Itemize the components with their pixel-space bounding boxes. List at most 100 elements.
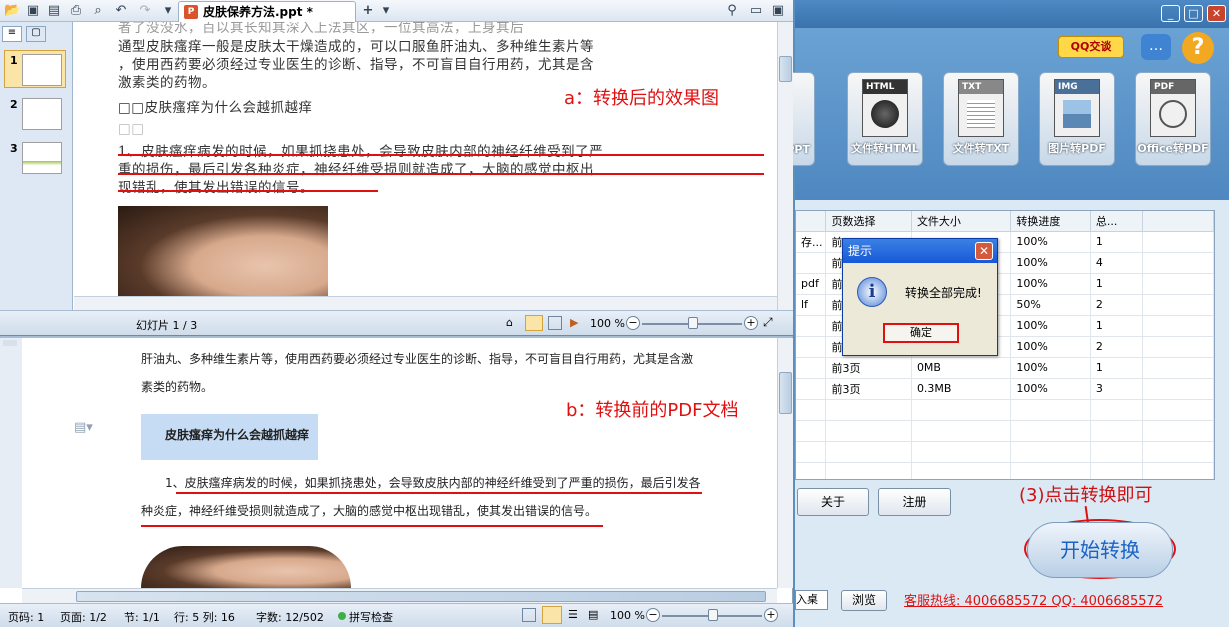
table-cell-extra	[1142, 399, 1214, 421]
doc-para-line-1: 1、皮肤瘙痒病发的时候，如果抓挠患处，会导致皮肤内部的神经纤维受到了严重的损伤，…	[165, 476, 701, 490]
annotation-a: a：转换后的效果图	[564, 88, 720, 109]
qq-chat-button[interactable]: QQ交谈	[1058, 36, 1124, 58]
slide-canvas[interactable]: 者了没没水，百以其长知其深入上法其区，一位其高法，上身其后 通型皮肤瘙痒一般是皮…	[74, 22, 777, 296]
table-cell: 3	[1090, 378, 1143, 400]
reading-view-icon[interactable]: ▤	[588, 608, 602, 622]
slides-tab-icon[interactable]: ▢	[26, 26, 46, 42]
col-header-name[interactable]	[796, 211, 827, 232]
status-section: 节: 1/1	[124, 611, 160, 624]
window-icon[interactable]: ▣	[770, 3, 786, 19]
doc-hscroll-thumb[interactable]	[76, 591, 766, 602]
table-cell	[796, 441, 827, 463]
slide-view-icon[interactable]	[525, 315, 543, 331]
close-icon[interactable]: ✕	[1207, 5, 1226, 22]
outline-tab-icon[interactable]: ≡	[2, 26, 22, 42]
slide-thumbnail-1[interactable]	[22, 54, 62, 86]
about-button[interactable]: 关于	[797, 488, 869, 516]
restore-window-icon[interactable]: ▭	[748, 3, 764, 19]
doc-heading: 皮肤瘙痒为什么会越抓越痒	[165, 428, 310, 442]
print-preview-icon[interactable]: ⌕	[90, 3, 106, 19]
web-layout-icon[interactable]	[522, 608, 536, 622]
slide-para-line-3: 现错乱，使其发出错误的信号。	[118, 180, 314, 196]
hotline-link[interactable]: 客服热线: 4006685572 QQ: 4006685572	[904, 590, 1163, 609]
doc-vertical-scrollbar[interactable]	[777, 338, 793, 588]
open-folder-icon[interactable]: 📂	[4, 3, 20, 19]
table-cell-extra	[1142, 231, 1214, 253]
desktop-path-field[interactable]: 入桌面	[795, 590, 828, 610]
register-button[interactable]: 注册	[878, 488, 951, 516]
ppt-zoom-knob[interactable]	[688, 317, 698, 329]
table-row[interactable]	[796, 462, 1214, 479]
slide-thumbnail-3[interactable]	[22, 142, 62, 174]
image-to-pdf-button[interactable]: IMG 图片转PDF	[1039, 72, 1115, 166]
help-icon[interactable]: ?	[1182, 32, 1214, 64]
col-header-progress[interactable]: 转换进度	[1010, 211, 1091, 232]
sorter-view-icon[interactable]	[548, 316, 562, 330]
pin-icon[interactable]: ⚲	[724, 3, 740, 19]
spellcheck-button[interactable]: 拼写检查	[349, 609, 393, 625]
office-to-pdf-button[interactable]: PDF Office转PDF	[1135, 72, 1211, 166]
doc-zoom-out-icon[interactable]: −	[646, 608, 660, 622]
table-cell: pdf	[796, 273, 827, 295]
browse-button[interactable]: 浏览	[841, 590, 887, 611]
dialog-ok-button[interactable]: 确定	[883, 323, 959, 343]
outline-view-icon[interactable]: ☰	[568, 608, 582, 622]
col-header-size[interactable]: 文件大小	[911, 211, 1012, 232]
normal-view-icon[interactable]: ⌂	[506, 316, 520, 330]
table-cell-extra	[1142, 420, 1214, 442]
doc-zoom-knob[interactable]	[708, 609, 718, 621]
txt-convert-button[interactable]: TXT 文件转TXT	[943, 72, 1019, 166]
status-pages: 页面: 1/2	[60, 611, 107, 624]
ppt-scroll-thumb[interactable]	[779, 56, 792, 82]
message-icon[interactable]: …	[1141, 34, 1171, 60]
slide-para-line-2: 重的损伤，最后引发各种炎症，神经纤维受损则就造成了，大脑的感觉中枢出	[118, 162, 594, 178]
table-cell: 100%	[1010, 357, 1091, 379]
table-cell	[825, 399, 912, 421]
table-cell	[1090, 462, 1143, 479]
print-icon[interactable]: ⎙	[68, 3, 84, 19]
writer-window: 肝油丸、多种维生素片等，使用西药要必须经过专业医生的诊断、指导，不可盲目自行用药…	[0, 336, 793, 627]
doc-line-1: 肝油丸、多种维生素片等，使用西药要必须经过专业医生的诊断、指导，不可盲目自行用药…	[141, 352, 694, 366]
table-cell	[1010, 462, 1091, 479]
slide-thumbnail-2[interactable]	[22, 98, 62, 130]
doc-scroll-thumb[interactable]	[779, 372, 792, 414]
zoom-out-icon[interactable]: −	[626, 316, 640, 330]
export-pdf-icon[interactable]: ▤	[46, 3, 62, 19]
fit-window-icon[interactable]: ⤢	[763, 315, 773, 330]
zoom-in-icon[interactable]: +	[744, 316, 758, 330]
doc-horizontal-scrollbar[interactable]	[22, 588, 777, 604]
table-cell	[796, 378, 827, 400]
ppt-document-tab[interactable]: P 皮肤保养方法.ppt *	[178, 1, 356, 22]
dialog-close-icon[interactable]: ✕	[975, 242, 993, 260]
red-underline-a3	[118, 190, 378, 192]
start-convert-button[interactable]: 开始转换	[1027, 522, 1173, 578]
ppt-vertical-scrollbar[interactable]	[777, 22, 793, 310]
new-tab-icon[interactable]: +	[360, 3, 376, 19]
ppt-horizontal-scrollbar[interactable]	[74, 296, 777, 310]
tab-list-icon[interactable]: ▾	[378, 3, 394, 19]
table-row[interactable]	[796, 420, 1214, 442]
start-hint-annotation: (3)点击转换即可	[1019, 485, 1153, 506]
page-layout-icon[interactable]	[542, 606, 562, 624]
table-cell: 前3页	[825, 357, 912, 379]
table-row[interactable]	[796, 441, 1214, 463]
table-cell-extra	[1142, 273, 1214, 295]
col-header-total[interactable]: 总...	[1090, 211, 1143, 232]
table-row[interactable]: 前3页 0.3MB 100% 3	[796, 378, 1214, 400]
table-row[interactable]: 前3页 0MB 100% 1	[796, 357, 1214, 379]
col-header-pages[interactable]: 页数选择	[825, 211, 912, 232]
save-icon[interactable]: ▣	[25, 3, 41, 19]
redo-icon[interactable]: ↷	[137, 3, 153, 19]
doc-zoom-in-icon[interactable]: +	[764, 608, 778, 622]
table-row[interactable]	[796, 399, 1214, 421]
table-cell: 0.3MB	[911, 378, 1012, 400]
complete-dialog: 提示 ✕ i 转换全部完成! 确定	[842, 238, 998, 356]
slideshow-icon[interactable]: ▶	[570, 316, 584, 330]
toolbar-more-icon[interactable]: ▾	[160, 3, 176, 19]
html-convert-button[interactable]: HTML 文件转HTML	[847, 72, 923, 166]
annotation-b: b：转换前的PDF文档	[566, 400, 739, 421]
undo-icon[interactable]: ↶	[113, 3, 129, 19]
minimize-icon[interactable]: _	[1161, 5, 1180, 22]
maximize-icon[interactable]: □	[1184, 5, 1203, 22]
paragraph-handle-icon[interactable]: ▤▾	[74, 420, 93, 435]
